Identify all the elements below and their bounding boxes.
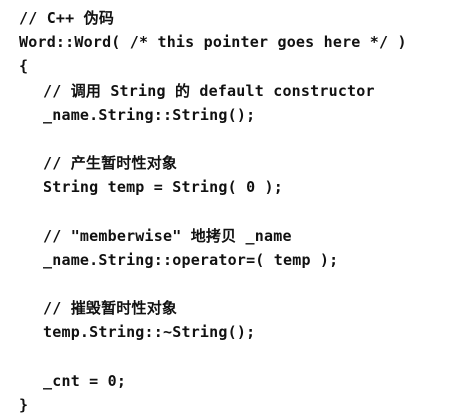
code-line-13: // 摧毁暂时性对象 <box>19 296 407 320</box>
code-text: Word::Word( /* this pointer goes here */… <box>19 33 407 52</box>
code-line-7: // 产生暂时性对象 <box>19 151 407 175</box>
code-text: // "memberwise" 地拷贝 _name <box>43 226 292 245</box>
code-line-1: // C++ 伪码 <box>19 6 407 30</box>
code-text: // 摧毁暂时性对象 <box>43 299 178 318</box>
code-line-3: { <box>19 54 407 78</box>
code-text: // 调用 String 的 default constructor <box>43 81 375 100</box>
code-text: String temp = String( 0 ); <box>43 178 283 197</box>
code-text: // C++ 伪码 <box>19 9 115 27</box>
code-line-5: _name.String::String(); <box>19 103 407 127</box>
code-listing: // C++ 伪码 Word::Word( /* this pointer go… <box>19 6 407 417</box>
code-text: } <box>19 396 29 414</box>
code-text: // 产生暂时性对象 <box>43 154 178 173</box>
code-text: temp.String::~String(); <box>43 323 256 342</box>
code-line-16: _cnt = 0; <box>19 369 407 393</box>
code-text: { <box>19 57 29 76</box>
code-line-8: String temp = String( 0 ); <box>19 175 407 199</box>
code-line-14: temp.String::~String(); <box>19 320 407 344</box>
code-line-17: } <box>19 393 407 417</box>
code-text: _name.String::String(); <box>43 105 256 124</box>
code-line-10: // "memberwise" 地拷贝 _name <box>19 224 407 248</box>
code-line-11: _name.String::operator=( temp ); <box>19 248 407 272</box>
code-line-2: Word::Word( /* this pointer goes here */… <box>19 30 407 54</box>
code-line-4: // 调用 String 的 default constructor <box>19 79 407 103</box>
code-text: _name.String::operator=( temp ); <box>43 250 339 269</box>
code-text: _cnt = 0; <box>43 371 127 390</box>
